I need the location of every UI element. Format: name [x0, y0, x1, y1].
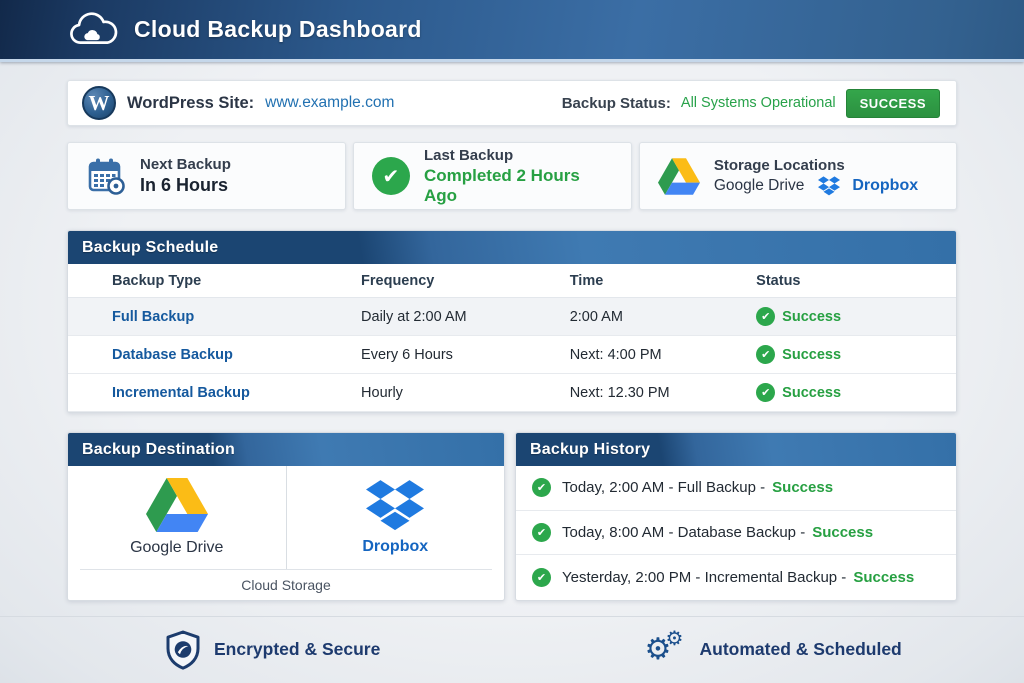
last-backup-title: Last Backup [423, 146, 514, 164]
dropbox-icon [818, 175, 841, 196]
google-drive-icon [657, 157, 700, 195]
col-backup-type: Backup Type [68, 264, 362, 298]
time-cell: Next: 12.30 PM [569, 374, 757, 412]
history-text: Today, 2:00 AM - Full Backup - [562, 479, 766, 497]
cloud-storage-caption: Cloud Storage [80, 569, 492, 599]
table-row: Full Backup Daily at 2:00 AM 2:00 AM Suc… [68, 298, 956, 336]
frequency-cell: Every 6 Hours [361, 336, 570, 374]
gears-icon: ⚙ ⚙ [644, 627, 684, 666]
automated-label: Automated & Scheduled [699, 639, 902, 659]
status-text: Success [782, 346, 842, 363]
dropbox-tile[interactable]: Dropbox [287, 466, 505, 569]
site-label: WordPress Site: [127, 93, 255, 112]
secure-footer-item: Encrypted & Secure [0, 630, 545, 670]
frequency-cell: Hourly [361, 374, 570, 412]
cloud-icon [66, 11, 120, 48]
history-text: Today, 8:00 AM - Database Backup - [562, 523, 806, 541]
incremental-backup-link[interactable]: Incremental Backup [112, 385, 250, 401]
history-status: Success [812, 523, 874, 541]
dropbox-tile-label: Dropbox [362, 537, 429, 555]
time-cell: Next: 4:00 PM [569, 336, 757, 374]
backup-schedule-panel: Backup Schedule Backup Type Frequency Ti… [67, 230, 957, 413]
list-item: Yesterday, 2:00 PM - Incremental Backup … [516, 555, 956, 600]
next-backup-card: Next Backup In 6 Hours [67, 142, 346, 210]
last-backup-value: Completed 2 Hours Ago [423, 165, 580, 205]
wordpress-icon: W [82, 86, 116, 120]
frequency-cell: Daily at 2:00 AM [361, 298, 570, 336]
backup-history-panel: Backup History Today, 2:00 AM - Full Bac… [515, 432, 957, 601]
schedule-title: Backup Schedule [82, 238, 219, 256]
check-icon [371, 157, 410, 195]
automated-footer-item: ⚙ ⚙ Automated & Scheduled [545, 627, 1024, 670]
check-icon [532, 522, 551, 542]
backup-status-label: Backup Status: [561, 94, 671, 112]
storage-locations-card: Storage Locations Google Drive Dropbox [638, 142, 957, 210]
table-row: Incremental Backup Hourly Next: 12.30 PM… [68, 374, 956, 412]
success-badge[interactable]: SUCCESS [845, 88, 940, 118]
gdrive-tile-label: Google Drive [130, 539, 224, 556]
status-text: Success [782, 308, 842, 325]
check-icon [756, 383, 776, 402]
destination-panel-header: Backup Destination [68, 433, 504, 466]
table-row: Database Backup Every 6 Hours Next: 4:00… [68, 336, 956, 374]
secure-label: Encrypted & Secure [214, 639, 381, 659]
history-text: Yesterday, 2:00 PM - Incremental Backup … [562, 568, 847, 586]
google-drive-icon [145, 478, 208, 532]
full-backup-link[interactable]: Full Backup [112, 309, 194, 325]
schedule-table: Backup Type Frequency Time Status [68, 264, 956, 298]
calendar-clock-icon [86, 156, 126, 196]
backup-destination-panel: Backup Destination Google Drive Dropbox … [67, 432, 505, 601]
backup-status-value: All Systems Operational [680, 95, 836, 111]
check-icon [756, 307, 776, 326]
col-status: Status [756, 264, 956, 298]
shield-icon [165, 630, 201, 670]
history-status: Success [853, 568, 915, 586]
google-drive-tile[interactable]: Google Drive [68, 466, 287, 569]
schedule-panel-header: Backup Schedule [68, 231, 956, 264]
footer: Encrypted & Secure ⚙ ⚙ Automated & Sched… [0, 615, 1024, 670]
check-icon [756, 345, 776, 364]
site-url-link[interactable]: www.example.com [265, 94, 394, 112]
gdrive-label: Google Drive [713, 176, 805, 194]
site-status-bar: W WordPress Site: www.example.com Backup… [67, 80, 957, 126]
dropbox-icon [366, 479, 425, 531]
summary-cards: Next Backup In 6 Hours Last Backup Compl… [67, 142, 957, 210]
col-frequency: Frequency [361, 264, 570, 298]
next-backup-value: In 6 Hours [140, 175, 229, 195]
last-backup-card: Last Backup Completed 2 Hours Ago [352, 142, 632, 210]
col-time: Time [569, 264, 757, 298]
history-title: Backup History [530, 440, 651, 458]
app-header: Cloud Backup Dashboard [0, 0, 1024, 62]
check-icon [532, 478, 551, 498]
history-status: Success [772, 479, 834, 497]
database-backup-link[interactable]: Database Backup [112, 347, 233, 363]
dropbox-label: Dropbox [852, 176, 919, 194]
next-backup-title: Next Backup [140, 156, 231, 173]
destination-title: Backup Destination [82, 440, 235, 458]
list-item: Today, 8:00 AM - Database Backup - Succe… [516, 511, 956, 555]
storage-title: Storage Locations [713, 156, 845, 174]
status-text: Success [782, 384, 842, 401]
list-item: Today, 2:00 AM - Full Backup - Success [516, 466, 956, 511]
check-icon [532, 567, 551, 587]
time-cell: 2:00 AM [569, 298, 757, 336]
history-panel-header: Backup History [516, 433, 956, 466]
page-title: Cloud Backup Dashboard [134, 16, 422, 42]
